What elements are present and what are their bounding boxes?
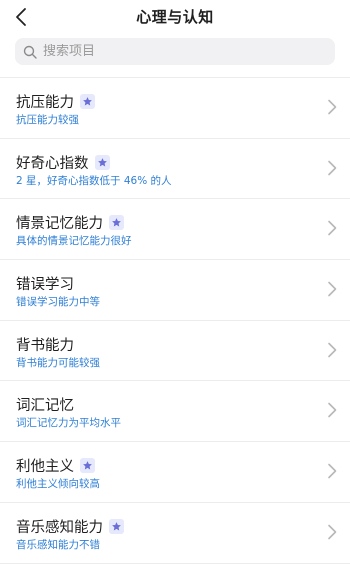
list-item[interactable]: 错误学习错误学习能力中等 xyxy=(0,260,350,321)
item-name: 词汇记忆 xyxy=(16,398,74,415)
item-title-row: 情景记忆能力 xyxy=(16,212,124,233)
star-icon xyxy=(112,521,121,531)
list-item[interactable]: 词汇记忆词汇记忆力为平均水平 xyxy=(0,381,350,443)
item-description: 音乐感知能力不错 xyxy=(16,538,100,551)
star-icon xyxy=(97,157,107,167)
item-description: 利他主义倾向较高 xyxy=(16,478,100,491)
chevron-right-icon xyxy=(328,524,337,540)
item-title-row: 利他主义 xyxy=(16,455,95,476)
chevron-right-icon xyxy=(328,99,337,115)
item-name: 错误学习 xyxy=(16,277,74,294)
star-icon xyxy=(83,97,92,106)
item-name: 背书能力 xyxy=(16,337,74,354)
chevron-right-icon xyxy=(328,403,337,418)
item-title-row: 音乐感知能力 xyxy=(16,516,124,537)
list-item[interactable]: 情景记忆能力具体的情景记忆能力很好 xyxy=(0,199,350,261)
list-item[interactable]: 音乐感知能力音乐感知能力不错 xyxy=(0,503,350,564)
list-item[interactable]: 抗压能力抗压能力较强 xyxy=(0,78,350,139)
star-badge xyxy=(94,154,110,170)
item-name: 抗压能力 xyxy=(16,95,74,111)
item-title-row: 抗压能力 xyxy=(16,91,95,112)
item-description: 抗压能力较强 xyxy=(16,114,79,126)
chevron-right-icon xyxy=(328,160,337,175)
item-title-row: 背书能力 xyxy=(16,334,74,355)
item-title-row: 词汇记忆 xyxy=(16,394,74,415)
project-list: 抗压能力抗压能力较强好奇心指数 2 星，好奇心指数低于 46% 的人情景记忆能力具… xyxy=(0,78,350,564)
chevron-right-icon xyxy=(328,281,337,297)
list-item[interactable]: 利他主义利他主义倾向较高 xyxy=(0,442,350,503)
search-bar[interactable] xyxy=(15,38,335,65)
star-badge xyxy=(109,215,124,231)
page-title: 心理与认知 xyxy=(136,8,214,26)
item-title-row: 错误学习 xyxy=(16,273,74,294)
chevron-right-icon xyxy=(328,221,337,236)
item-description: 具体的情景记忆能力很好 xyxy=(16,235,132,248)
star-icon xyxy=(112,218,121,227)
item-name: 好奇心指数 xyxy=(16,155,89,172)
list-item[interactable]: 好奇心指数 2 星，好奇心指数低于 46% 的人 xyxy=(0,139,350,200)
star-icon xyxy=(83,461,92,470)
star-badge xyxy=(80,94,95,109)
nav-bar: 心理与认知 xyxy=(0,0,350,34)
item-description: 错误学习能力中等 xyxy=(16,296,100,309)
item-name: 利他主义 xyxy=(16,459,74,476)
star-badge xyxy=(80,458,95,474)
item-description: 2 星，好奇心指数低于 46% 的人 xyxy=(16,174,172,187)
item-name: 音乐感知能力 xyxy=(16,519,103,536)
search-icon xyxy=(23,45,37,59)
chevron-right-icon xyxy=(328,463,337,479)
star-badge xyxy=(109,518,124,534)
item-description: 词汇记忆力为平均水平 xyxy=(16,417,121,430)
item-description: 背书能力可能较强 xyxy=(16,356,100,369)
item-title-row: 好奇心指数 xyxy=(16,152,110,173)
search-input[interactable] xyxy=(43,44,313,59)
chevron-right-icon xyxy=(328,342,337,358)
item-name: 情景记忆能力 xyxy=(16,216,103,233)
list-item[interactable]: 背书能力背书能力可能较强 xyxy=(0,321,350,382)
